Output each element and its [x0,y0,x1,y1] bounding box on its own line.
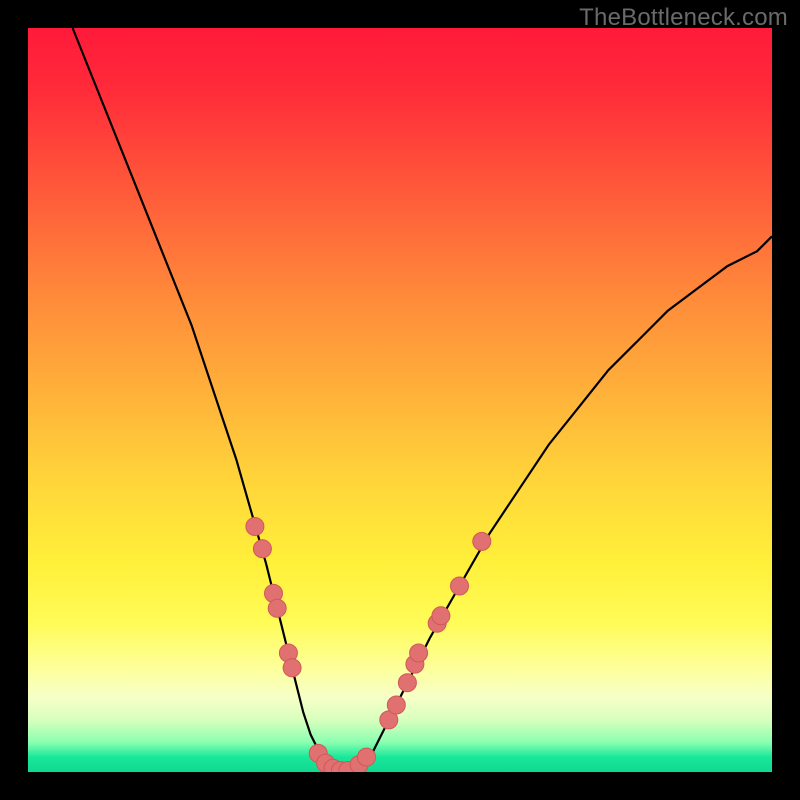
data-marker [246,518,264,536]
chart-frame: TheBottleneck.com [0,0,800,800]
data-marker [268,599,286,617]
plot-area [28,28,772,772]
data-marker [473,532,491,550]
data-marker [451,577,469,595]
data-markers [246,518,491,773]
data-marker [432,607,450,625]
chart-svg [28,28,772,772]
data-marker [253,540,271,558]
data-marker [358,748,376,766]
data-marker [283,659,301,677]
data-marker [410,644,428,662]
data-marker [398,674,416,692]
data-marker [387,696,405,714]
